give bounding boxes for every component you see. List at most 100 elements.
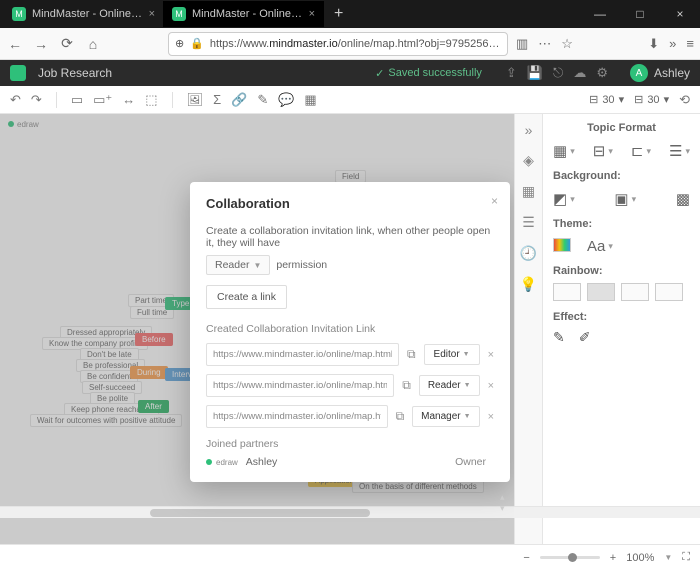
new-tab-button[interactable]: + bbox=[324, 5, 353, 23]
tab-1[interactable]: M MindMaster - Online Mind M × bbox=[4, 1, 164, 27]
menu-icon[interactable]: ≡ bbox=[686, 36, 694, 51]
nav-forward-icon[interactable]: → bbox=[32, 36, 50, 52]
role-select[interactable]: Manager ▼ bbox=[412, 406, 479, 427]
nav-reload-icon[interactable]: ⟳ bbox=[58, 35, 76, 52]
app-logo bbox=[10, 65, 26, 81]
zoom-slider[interactable] bbox=[540, 556, 600, 559]
window-close[interactable]: × bbox=[660, 0, 700, 28]
overflow-icon[interactable]: » bbox=[669, 36, 676, 51]
idea-icon[interactable]: 💡 bbox=[520, 276, 537, 293]
style-icon[interactable]: ◈ bbox=[523, 152, 534, 169]
create-link-button[interactable]: Create a link bbox=[206, 285, 287, 309]
copy-icon[interactable]: ⧉ bbox=[402, 378, 411, 393]
url-path: /online/map.html?obj=979525665@qq.com bbox=[338, 38, 501, 50]
zoom-out-icon[interactable]: − bbox=[523, 552, 529, 564]
theme-color-button[interactable] bbox=[553, 238, 571, 252]
chevron-down-icon[interactable]: ▼ bbox=[664, 553, 672, 562]
delete-icon[interactable]: × bbox=[488, 349, 494, 361]
width-control[interactable]: ⊟ 30 ▾ bbox=[589, 93, 624, 106]
bookmark-star-icon[interactable]: ☆ bbox=[561, 36, 573, 52]
delete-icon[interactable]: × bbox=[488, 380, 494, 392]
relation-icon[interactable]: ↔ bbox=[122, 92, 135, 107]
formula-icon[interactable]: Σ bbox=[213, 92, 221, 107]
save-icon[interactable]: 💾 bbox=[527, 65, 543, 81]
fullscreen-icon[interactable]: ⛶ bbox=[682, 551, 690, 564]
download-icon[interactable]: ⬇ bbox=[648, 36, 659, 52]
note-icon[interactable]: ✎ bbox=[257, 92, 268, 108]
rainbow-opt[interactable] bbox=[553, 283, 581, 301]
share-icon[interactable]: ⎋ bbox=[553, 65, 563, 81]
link-icon[interactable]: 🔗 bbox=[231, 92, 247, 108]
role-select[interactable]: Reader ▼ bbox=[419, 375, 480, 396]
h-scrollbar[interactable] bbox=[0, 506, 700, 518]
export-icon[interactable]: ⇪ bbox=[506, 65, 517, 81]
table-icon[interactable]: ▦ bbox=[304, 92, 316, 108]
toolbar: ↶ ↷ ▭ ▭⁺ ↔ ⬚ 🖼 Σ 🔗 ✎ 💬 ▦ ⊟ 30 ▾ ⊟ 30 ▾ ⟲ bbox=[0, 86, 700, 114]
effect-brush-icon[interactable]: ✐ bbox=[579, 329, 591, 346]
effect-pen-icon[interactable]: ✎ bbox=[553, 329, 565, 346]
subtopic-icon[interactable]: ▭⁺ bbox=[93, 92, 112, 108]
font-button[interactable]: Aa ▾ bbox=[587, 238, 613, 255]
more-icon[interactable]: ⋯ bbox=[538, 36, 551, 52]
reset-icon[interactable]: ⟲ bbox=[679, 92, 690, 108]
pattern-button[interactable]: ▩ bbox=[676, 190, 690, 208]
align-button[interactable]: ⊟▾ bbox=[593, 142, 613, 160]
browser-tabs: M MindMaster - Online Mind M × M MindMas… bbox=[0, 0, 700, 28]
height-control[interactable]: ⊟ 30 ▾ bbox=[634, 93, 669, 106]
nav-home-icon[interactable]: ⌂ bbox=[84, 36, 102, 52]
comment-icon[interactable]: 💬 bbox=[278, 92, 294, 108]
rainbow-label: Rainbow: bbox=[553, 265, 690, 277]
link-row: ⧉ Manager ▼ × bbox=[206, 405, 494, 428]
window-maximize[interactable]: □ bbox=[620, 0, 660, 28]
close-tab-icon[interactable]: × bbox=[309, 8, 315, 20]
image-bg-button[interactable]: ▣▾ bbox=[614, 190, 636, 208]
user-menu[interactable]: A Ashley bbox=[630, 64, 690, 82]
cloud-icon[interactable]: ☁ bbox=[573, 65, 586, 81]
layout-icon[interactable]: ▦ bbox=[522, 183, 535, 200]
list-button[interactable]: ☰▾ bbox=[669, 142, 690, 160]
permission-select[interactable]: Reader▼ bbox=[206, 255, 270, 275]
image-icon[interactable]: 🖼 bbox=[187, 92, 204, 108]
link-url-input[interactable] bbox=[206, 374, 394, 397]
nav-back-icon[interactable]: ← bbox=[6, 36, 24, 52]
rainbow-opt[interactable] bbox=[655, 283, 683, 301]
reader-icon[interactable]: ▥ bbox=[516, 36, 528, 52]
link-url-input[interactable] bbox=[206, 343, 399, 366]
close-icon[interactable]: × bbox=[491, 194, 498, 208]
boundary-icon[interactable]: ⬚ bbox=[145, 92, 157, 108]
delete-icon[interactable]: × bbox=[488, 411, 494, 423]
branch-button[interactable]: ⊏▾ bbox=[631, 142, 651, 160]
partner-name: Ashley bbox=[246, 456, 278, 468]
copy-icon[interactable]: ⧉ bbox=[396, 409, 405, 424]
rainbow-options bbox=[553, 283, 690, 301]
outline-icon[interactable]: ☰ bbox=[522, 214, 535, 231]
collapse-icon[interactable]: » bbox=[525, 122, 533, 138]
redo-icon[interactable]: ↷ bbox=[31, 92, 42, 108]
browser-nav: ← → ⟳ ⌂ ⊕ 🔒 https://www.mindmaster.io/on… bbox=[0, 28, 700, 60]
mindmaster-favicon: M bbox=[172, 7, 186, 21]
rainbow-opt[interactable] bbox=[587, 283, 615, 301]
username: Ashley bbox=[654, 66, 690, 80]
links-heading: Created Collaboration Invitation Link bbox=[206, 323, 494, 335]
link-url-input[interactable] bbox=[206, 405, 388, 428]
canvas[interactable]: edraw Field Company Part time Full time … bbox=[0, 114, 514, 544]
undo-icon[interactable]: ↶ bbox=[10, 92, 21, 108]
copy-icon[interactable]: ⧉ bbox=[407, 347, 416, 362]
fill-button[interactable]: ◩▾ bbox=[553, 190, 575, 208]
partner-row: edraw Ashley Owner bbox=[206, 456, 494, 468]
topic-icon[interactable]: ▭ bbox=[71, 92, 83, 108]
tab-2-active[interactable]: M MindMaster - Online Mind M × bbox=[164, 1, 324, 27]
zoom-in-icon[interactable]: + bbox=[610, 552, 616, 564]
close-tab-icon[interactable]: × bbox=[149, 8, 155, 20]
role-select[interactable]: Editor ▼ bbox=[424, 344, 480, 365]
zoom-value: 100% bbox=[626, 552, 654, 564]
window-minimize[interactable]: ― bbox=[580, 0, 620, 28]
url-bar[interactable]: ⊕ 🔒 https://www.mindmaster.io/online/map… bbox=[168, 32, 508, 56]
layout-button[interactable]: ▦▾ bbox=[553, 142, 575, 160]
rainbow-opt[interactable] bbox=[621, 283, 649, 301]
settings-icon[interactable]: ⚙ bbox=[596, 65, 608, 81]
history-icon[interactable]: 🕘 bbox=[520, 245, 537, 262]
link-row: ⧉ Reader ▼ × bbox=[206, 374, 494, 397]
url-prefix: https://www. bbox=[210, 38, 269, 50]
permission-suffix: permission bbox=[276, 259, 327, 271]
